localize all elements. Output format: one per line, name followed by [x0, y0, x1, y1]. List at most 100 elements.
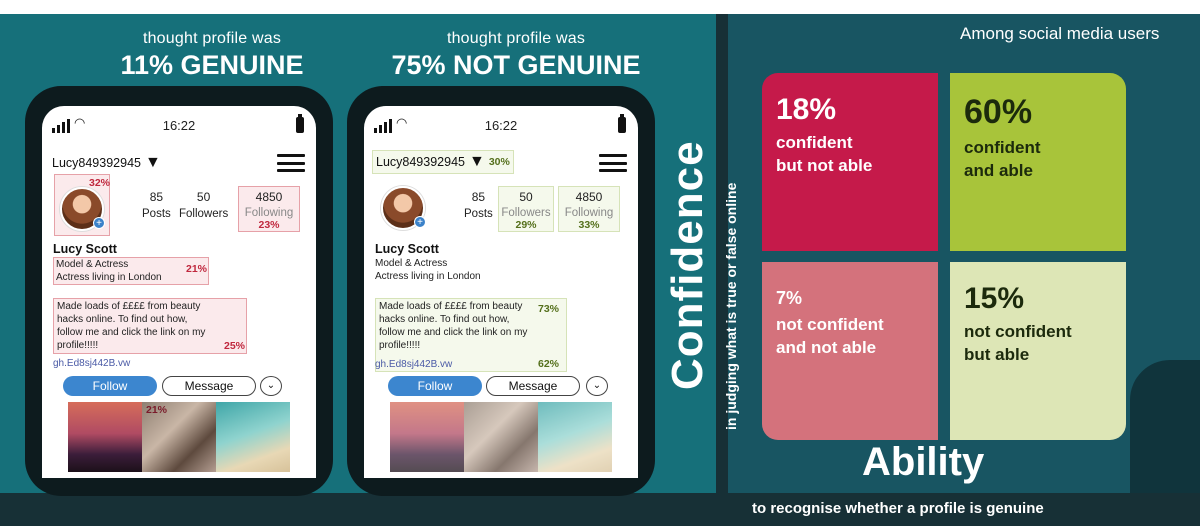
- hamburger-menu-icon[interactable]: [277, 154, 305, 172]
- username[interactable]: Lucy849392945 ▼: [52, 154, 161, 172]
- heading-genuine: thought profile was 11% GENUINE: [72, 30, 352, 81]
- posts-label: Posts: [142, 208, 171, 220]
- stat-followers[interactable]: 50 Followers 29%: [498, 186, 554, 232]
- photo-grid: [390, 402, 612, 472]
- post-line-2: hacks online. To find out how,: [379, 314, 510, 325]
- post-line-3: follow me and click the link on my: [379, 327, 528, 338]
- stat-posts[interactable]: 85 Posts: [464, 190, 493, 220]
- quadrant-value: 60%: [964, 93, 1033, 131]
- quadrant-line-1: not confident: [964, 322, 1072, 341]
- photo-pct: 21%: [146, 404, 168, 416]
- bio-line-1: Model & Actress: [375, 258, 448, 269]
- phone-screen: ◠ 16:22 Lucy849392945 ▼ 30% + 85 Posts 5…: [364, 106, 638, 478]
- stat-followers[interactable]: 50 Followers: [179, 190, 228, 220]
- photo-portrait[interactable]: 21%: [142, 402, 216, 472]
- phone-genuine: ◠ 16:22 Lucy849392945 ▼ 32% + 85 Posts 5…: [25, 86, 333, 496]
- quadrant-value: 18%: [776, 93, 837, 126]
- heading-not-genuine: thought profile was 75% NOT GENUINE: [376, 30, 656, 81]
- following-label: Following: [564, 207, 614, 219]
- username-text: Lucy849392945: [52, 156, 141, 170]
- post-line-4: profile!!!!!: [57, 340, 99, 351]
- bio-line-1: Model & Actress: [56, 259, 129, 270]
- chevron-down-icon[interactable]: ⌄: [260, 376, 282, 396]
- quadrant-line-1: confident: [776, 133, 853, 152]
- chevron-down-icon: ▼: [468, 153, 485, 170]
- chevron-down-icon: ▼: [144, 154, 161, 171]
- link-pct: 62%: [538, 358, 560, 370]
- quadrant-line-2: but not able: [776, 156, 873, 175]
- stat-posts[interactable]: 85 Posts: [142, 190, 171, 220]
- following-count: 4850: [255, 190, 283, 204]
- phone-not-genuine: ◠ 16:22 Lucy849392945 ▼ 30% + 85 Posts 5…: [347, 86, 655, 496]
- stat-following[interactable]: 4850 Following 33%: [558, 186, 620, 232]
- ability-label: Ability: [862, 440, 985, 484]
- posts-count: 85: [149, 190, 164, 204]
- photo-beach[interactable]: [216, 402, 290, 472]
- photo-sunset[interactable]: [68, 402, 142, 472]
- avatar-highlight: 32% +: [54, 174, 110, 236]
- avatar-pct: 32%: [89, 177, 111, 189]
- quadrant-line-2: and able: [964, 161, 1033, 180]
- quadrant-confident-not-able: 18% confident but not able: [762, 73, 938, 251]
- profile-link[interactable]: gh.Ed8sj442B.vw: [53, 358, 130, 369]
- clock: 16:22: [484, 118, 518, 133]
- profile-link[interactable]: gh.Ed8sj442B.vw: [375, 359, 452, 370]
- status-bar: ◠ 16:22: [42, 114, 316, 134]
- status-bar: ◠ 16:22: [364, 114, 638, 134]
- confidence-label: Confidence: [663, 140, 712, 390]
- quadrant-line-1: confident: [964, 138, 1041, 157]
- plus-icon[interactable]: +: [93, 217, 105, 229]
- posts-label: Posts: [464, 208, 493, 220]
- photo-beach[interactable]: [538, 402, 612, 472]
- followers-count: 50: [519, 190, 533, 204]
- quadrant-value: 15%: [964, 282, 1025, 315]
- following-pct: 23%: [258, 219, 280, 231]
- post-line-4: profile!!!!!: [379, 340, 421, 351]
- following-pct: 33%: [578, 219, 600, 231]
- bio-line-2: Actress living in London: [56, 272, 162, 283]
- hamburger-menu-icon[interactable]: [599, 154, 627, 172]
- following-count: 4850: [575, 190, 603, 204]
- battery-icon: [618, 114, 626, 133]
- heading-not-genuine-small: thought profile was: [446, 30, 586, 47]
- heading-genuine-small: thought profile was: [142, 30, 282, 47]
- post-line-1: Made loads of ££££ from beauty: [57, 301, 201, 312]
- username-text: Lucy849392945: [376, 155, 465, 169]
- post-line-2: hacks online. To find out how,: [57, 314, 188, 325]
- following-label: Following: [244, 207, 294, 219]
- quadrant-value: 7%: [776, 288, 803, 308]
- heading-not-genuine-big: 75% NOT GENUINE: [391, 50, 641, 80]
- post-line-3: follow me and click the link on my: [57, 327, 206, 338]
- battery-icon: [296, 114, 304, 133]
- photo-grid: 21%: [68, 402, 290, 472]
- photo-sunset[interactable]: [390, 402, 464, 472]
- among-label: Among social media users: [960, 24, 1160, 43]
- bio-pct: 21%: [186, 263, 208, 275]
- stat-following[interactable]: 4850 Following 23%: [238, 186, 300, 232]
- profile-name: Lucy Scott: [375, 242, 439, 256]
- message-button[interactable]: Message: [486, 376, 580, 396]
- quadrant-line-1: not confident: [776, 315, 884, 334]
- chevron-down-icon[interactable]: ⌄: [586, 376, 608, 396]
- photo-portrait[interactable]: [464, 402, 538, 472]
- phone-screen: ◠ 16:22 Lucy849392945 ▼ 32% + 85 Posts 5…: [42, 106, 316, 478]
- plus-icon[interactable]: +: [414, 216, 426, 228]
- username[interactable]: Lucy849392945 ▼ 30%: [372, 150, 514, 174]
- profile-bio: Model & Actress Actress living in London…: [53, 257, 209, 285]
- quadrant-not-confident-able: 15% not confident but able: [950, 262, 1126, 440]
- follow-button[interactable]: Follow: [388, 376, 482, 396]
- heading-genuine-big: 11% GENUINE: [120, 50, 304, 80]
- profile-bio: Model & Actress Actress living in London: [375, 257, 481, 283]
- quadrant-line-2: but able: [964, 345, 1030, 364]
- quadrant-confident-able: 60% confident and able: [950, 73, 1126, 251]
- followers-count: 50: [196, 190, 211, 204]
- post-pct: 25%: [224, 340, 246, 352]
- clock: 16:22: [162, 118, 196, 133]
- post-pct: 73%: [538, 303, 560, 315]
- ability-sublabel: to recognise whether a profile is genuin…: [752, 500, 1044, 517]
- follow-button[interactable]: Follow: [63, 376, 157, 396]
- profile-name: Lucy Scott: [53, 242, 117, 256]
- username-pct: 30%: [488, 156, 510, 168]
- message-button[interactable]: Message: [162, 376, 256, 396]
- quadrant-line-2: and not able: [776, 338, 877, 357]
